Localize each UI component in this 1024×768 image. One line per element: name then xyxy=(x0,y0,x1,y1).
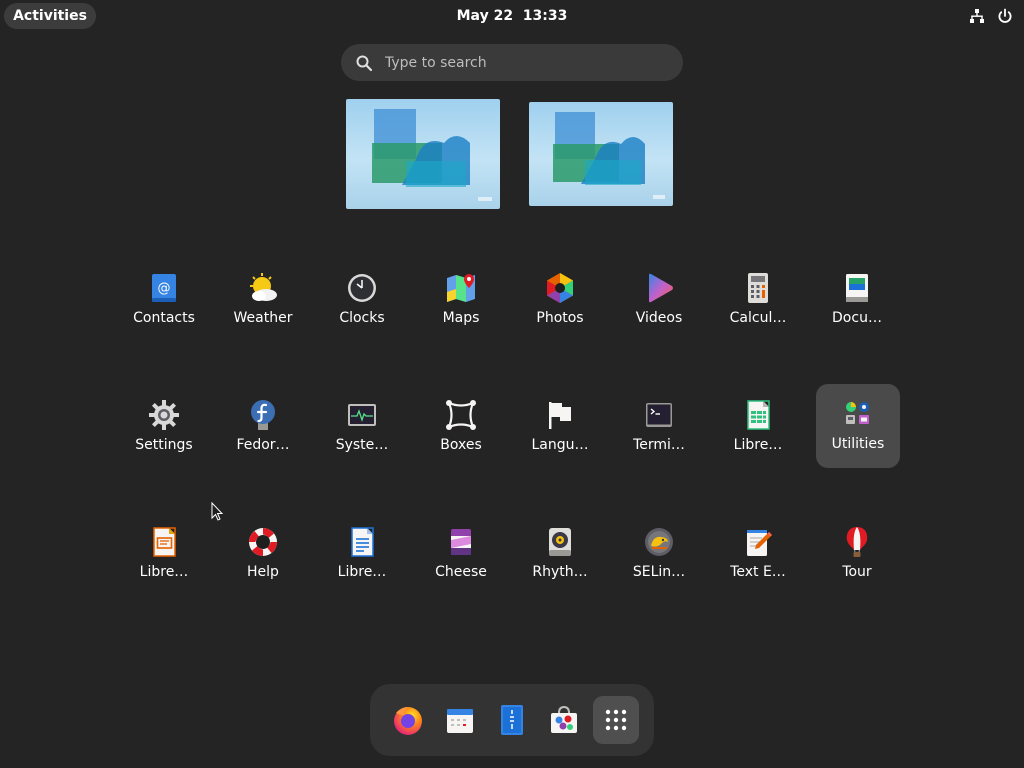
app-boxes[interactable]: Boxes xyxy=(419,385,503,469)
app-label: Libre… xyxy=(139,564,189,580)
app-label: Utilities xyxy=(831,436,885,452)
app-settings[interactable]: Settings xyxy=(122,385,206,469)
app-label: Text E… xyxy=(730,564,786,580)
app-libreoffice-impress[interactable]: Libre… xyxy=(122,512,206,596)
libreoffice-impress-icon xyxy=(153,527,176,557)
help-icon xyxy=(249,528,277,556)
app-label: Docu… xyxy=(832,310,882,326)
power-icon[interactable] xyxy=(996,6,1014,26)
network-icon[interactable] xyxy=(968,6,986,26)
app-selinux-troubleshooter[interactable]: SELin… xyxy=(617,512,701,596)
libreoffice-writer-icon xyxy=(351,527,374,557)
app-label: Tour xyxy=(842,564,872,580)
app-libreoffice-calc[interactable]: Libre… xyxy=(716,385,800,469)
tour-icon xyxy=(846,527,868,557)
app-contacts[interactable]: @ Contacts xyxy=(122,258,206,342)
selinux-troubleshooter-icon xyxy=(645,528,673,556)
app-label: Photos xyxy=(536,310,584,326)
workspace-thumbnail-1[interactable] xyxy=(346,99,500,209)
app-label: Syste… xyxy=(335,437,389,453)
videos-icon xyxy=(649,273,673,303)
show-apps-icon xyxy=(605,709,627,731)
dock-software[interactable] xyxy=(541,696,587,744)
dock-firefox[interactable] xyxy=(385,696,431,744)
app-label: Contacts xyxy=(133,310,195,326)
dock-files[interactable] xyxy=(489,696,535,744)
search-icon xyxy=(356,55,373,71)
search-input[interactable] xyxy=(383,53,647,72)
system-tray xyxy=(968,6,1014,26)
boxes-icon xyxy=(446,400,476,430)
system-monitor-icon xyxy=(348,404,376,426)
utilities-folder-icon xyxy=(846,402,869,424)
app-label: Videos xyxy=(635,310,683,326)
maps-icon xyxy=(447,274,475,302)
app-label: Fedor… xyxy=(236,437,290,453)
app-label: Weather xyxy=(233,310,293,326)
clock-button[interactable]: May 22 13:33 xyxy=(457,8,568,24)
app-document-viewer[interactable]: Docu… xyxy=(815,258,899,342)
app-maps[interactable]: Maps xyxy=(419,258,503,342)
calculator-icon xyxy=(748,273,768,303)
top-bar: Activities May 22 13:33 xyxy=(0,0,1024,32)
app-rhythmbox[interactable]: Rhyth… xyxy=(518,512,602,596)
photos-icon xyxy=(547,273,573,303)
calendar-icon xyxy=(447,709,473,733)
app-help[interactable]: Help xyxy=(221,512,305,596)
folder-utilities[interactable]: Utilities xyxy=(816,384,900,468)
files-icon xyxy=(501,705,523,735)
fedora-icon xyxy=(251,400,275,430)
app-label: Libre… xyxy=(733,437,783,453)
clock-area: May 22 13:33 xyxy=(0,0,1024,32)
dock-calendar[interactable] xyxy=(437,696,483,744)
search-bar[interactable] xyxy=(341,44,683,81)
app-libreoffice-writer[interactable]: Libre… xyxy=(320,512,404,596)
text-editor-icon xyxy=(747,530,772,556)
app-calculator[interactable]: Calcul… xyxy=(716,258,800,342)
app-clocks[interactable]: Clocks xyxy=(320,258,404,342)
app-label: Boxes xyxy=(440,437,482,453)
app-text-editor[interactable]: Text E… xyxy=(716,512,800,596)
app-label: Termi… xyxy=(633,437,685,453)
app-label: Help xyxy=(247,564,279,580)
app-language[interactable]: Langu… xyxy=(518,385,602,469)
svg-text:@: @ xyxy=(158,281,171,296)
contacts-icon: @ xyxy=(152,274,176,302)
document-viewer-icon xyxy=(846,274,868,302)
terminal-icon xyxy=(646,403,672,427)
app-label: Rhyth… xyxy=(532,564,588,580)
activities-button[interactable]: Activities xyxy=(4,3,96,29)
app-label: SELin… xyxy=(632,564,686,580)
mouse-cursor-icon xyxy=(211,502,224,521)
app-label: Langu… xyxy=(531,437,589,453)
dash xyxy=(370,684,654,756)
clocks-icon xyxy=(348,274,376,302)
app-label: Settings xyxy=(135,437,193,453)
app-label: Clocks xyxy=(339,310,385,326)
app-photos[interactable]: Photos xyxy=(518,258,602,342)
app-label: Libre… xyxy=(337,564,387,580)
workspace-thumbnail-2[interactable] xyxy=(529,102,673,206)
app-fedora-media-writer[interactable]: Fedor… xyxy=(221,385,305,469)
app-cheese[interactable]: Cheese xyxy=(419,512,503,596)
weather-icon xyxy=(250,273,277,301)
app-terminal[interactable]: Termi… xyxy=(617,385,701,469)
software-icon xyxy=(551,705,577,733)
firefox-icon xyxy=(394,707,422,735)
rhythmbox-icon xyxy=(549,528,571,556)
app-label: Cheese xyxy=(435,564,487,580)
settings-icon xyxy=(149,400,179,430)
app-tour[interactable]: Tour xyxy=(815,512,899,596)
app-label: Calcul… xyxy=(729,310,787,326)
app-videos[interactable]: Videos xyxy=(617,258,701,342)
libreoffice-calc-icon xyxy=(747,400,770,430)
show-apps-button[interactable] xyxy=(593,696,639,744)
app-label: Maps xyxy=(442,310,480,326)
cheese-icon xyxy=(451,529,471,555)
language-icon xyxy=(549,402,571,429)
app-system-monitor[interactable]: Syste… xyxy=(320,385,404,469)
app-weather[interactable]: Weather xyxy=(221,258,305,342)
